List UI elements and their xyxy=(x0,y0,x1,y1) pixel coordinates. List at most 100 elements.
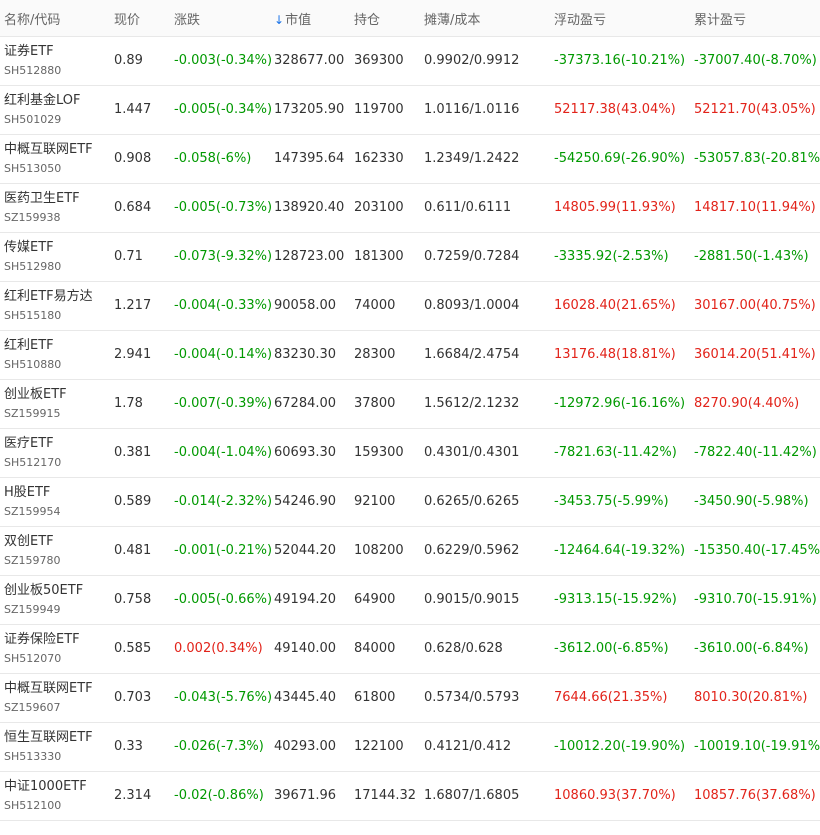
float-pl-cell: -7821.63(-11.42%) xyxy=(554,445,677,460)
table-row[interactable]: 红利基金LOF SH501029 1.447 -0.005(-0.34%) 173205… xyxy=(0,85,820,134)
fund-name[interactable]: 医疗ETF xyxy=(4,434,110,453)
fund-code: SH512980 xyxy=(4,259,62,273)
table-row[interactable]: 红利ETF SH510880 2.941 -0.004(-0.14%) 83230.30… xyxy=(0,330,820,379)
fund-name-code-cell[interactable]: 传媒ETF SH512980 xyxy=(0,232,110,281)
float-pl-cell: -3612.00(-6.85%) xyxy=(554,641,669,656)
table-row[interactable]: 证券保险ETF SH512070 0.585 0.002(0.34%) 49140.00… xyxy=(0,624,820,673)
cum-pl-cell: 10857.76(37.68%) xyxy=(694,788,816,803)
float-pl-cell: -3335.92(-2.53%) xyxy=(554,249,669,264)
cost-cell: 0.4121/0.412 xyxy=(424,739,512,754)
fund-name[interactable]: 红利ETF易方达 xyxy=(4,287,110,306)
market-value-cell: 40293.00 xyxy=(274,739,337,754)
market-value-cell: 49194.20 xyxy=(274,592,337,607)
change-cell: -0.005(-0.73%) xyxy=(174,200,273,215)
fund-name-code-cell[interactable]: 证券保险ETF SH512070 xyxy=(0,624,110,673)
price-cell: 0.33 xyxy=(114,739,143,754)
fund-name[interactable]: 红利基金LOF xyxy=(4,91,110,110)
header-price[interactable]: 现价 xyxy=(110,1,170,37)
market-value-cell: 60693.30 xyxy=(274,445,337,460)
fund-name-code-cell[interactable]: 医疗ETF SH512170 xyxy=(0,428,110,477)
fund-name[interactable]: H股ETF xyxy=(4,483,110,502)
fund-name[interactable]: 创业板ETF xyxy=(4,385,110,404)
header-market-value[interactable]: ↓市值 xyxy=(270,1,350,37)
change-cell: -0.02(-0.86%) xyxy=(174,788,264,803)
fund-name[interactable]: 中概互联网ETF xyxy=(4,679,110,698)
position-cell: 92100 xyxy=(354,494,396,509)
cost-cell: 0.611/0.6111 xyxy=(424,200,512,215)
table-row[interactable]: 创业板ETF SZ159915 1.78 -0.007(-0.39%) 67284.00… xyxy=(0,379,820,428)
float-pl-cell: -12972.96(-16.16%) xyxy=(554,396,686,411)
fund-name[interactable]: 恒生互联网ETF xyxy=(4,728,110,747)
fund-name[interactable]: 双创ETF xyxy=(4,532,110,551)
sort-desc-arrow-icon: ↓ xyxy=(274,12,285,27)
header-float-pl[interactable]: 浮动盈亏 xyxy=(550,1,690,37)
fund-name[interactable]: 医药卫生ETF xyxy=(4,189,110,208)
table-row[interactable]: 中证1000ETF SH512100 2.314 -0.02(-0.86%) 39671… xyxy=(0,771,820,820)
fund-code: SH513330 xyxy=(4,749,62,763)
fund-code: SH510880 xyxy=(4,357,62,371)
header-cum-pl[interactable]: 累计盈亏 xyxy=(690,1,820,37)
header-change[interactable]: 涨跌 xyxy=(170,1,270,37)
change-cell: 0.002(0.34%) xyxy=(174,641,263,656)
fund-name[interactable]: 证券ETF xyxy=(4,42,110,61)
table-row[interactable]: 医药卫生ETF SZ159938 0.684 -0.005(-0.73%) 138920… xyxy=(0,183,820,232)
position-cell: 119700 xyxy=(354,102,404,117)
table-row[interactable]: 传媒ETF SH512980 0.71 -0.073(-9.32%) 128723.00… xyxy=(0,232,820,281)
fund-name-code-cell[interactable]: 中概互联网ETF SZ159607 xyxy=(0,673,110,722)
fund-name-code-cell[interactable]: 医药卫生ETF SZ159938 xyxy=(0,183,110,232)
position-cell: 122100 xyxy=(354,739,404,754)
table-row[interactable]: 创业板50ETF SZ159949 0.758 -0.005(-0.66%) 49194… xyxy=(0,575,820,624)
cum-pl-cell: 36014.20(51.41%) xyxy=(694,347,816,362)
price-cell: 1.78 xyxy=(114,396,143,411)
fund-name-code-cell[interactable]: 恒生互联网ETF SH513330 xyxy=(0,722,110,771)
header-position[interactable]: 持仓 xyxy=(350,1,420,37)
table-row[interactable]: 红利ETF易方达 SH515180 1.217 -0.004(-0.33%) 90058… xyxy=(0,281,820,330)
fund-name[interactable]: 证券保险ETF xyxy=(4,630,110,649)
change-cell: -0.026(-7.3%) xyxy=(174,739,264,754)
change-cell: -0.004(-0.33%) xyxy=(174,298,273,313)
cost-cell: 1.2349/1.2422 xyxy=(424,151,520,166)
table-row[interactable]: 中概互联网ETF SZ159607 0.703 -0.043(-5.76%) 43445… xyxy=(0,673,820,722)
fund-name-code-cell[interactable]: 创业板50ETF SZ159949 xyxy=(0,575,110,624)
cum-pl-cell: -3610.00(-6.84%) xyxy=(694,641,809,656)
cost-cell: 0.5734/0.5793 xyxy=(424,690,520,705)
position-cell: 28300 xyxy=(354,347,396,362)
change-cell: -0.005(-0.66%) xyxy=(174,592,273,607)
cum-pl-cell: -3450.90(-5.98%) xyxy=(694,494,809,509)
fund-name-code-cell[interactable]: H股ETF SZ159954 xyxy=(0,477,110,526)
float-pl-cell: 16028.40(21.65%) xyxy=(554,298,676,313)
table-row[interactable]: 中概互联网ETF SH513050 0.908 -0.058(-6%) 147395.6… xyxy=(0,134,820,183)
change-cell: -0.073(-9.32%) xyxy=(174,249,273,264)
table-row[interactable]: 双创ETF SZ159780 0.481 -0.001(-0.21%) 52044.20… xyxy=(0,526,820,575)
fund-name-code-cell[interactable]: 红利ETF易方达 SH515180 xyxy=(0,281,110,330)
change-cell: -0.001(-0.21%) xyxy=(174,543,273,558)
fund-name-code-cell[interactable]: 中概互联网ETF SH513050 xyxy=(0,134,110,183)
position-cell: 17144.32 xyxy=(354,788,417,803)
table-row[interactable]: 证券ETF SH512880 0.89 -0.003(-0.34%) 328677.00… xyxy=(0,36,820,85)
position-cell: 369300 xyxy=(354,53,404,68)
float-pl-cell: 14805.99(11.93%) xyxy=(554,200,676,215)
fund-name-code-cell[interactable]: 创业板ETF SZ159915 xyxy=(0,379,110,428)
table-row[interactable]: 恒生互联网ETF SH513330 0.33 -0.026(-7.3%) 40293.0… xyxy=(0,722,820,771)
fund-name-code-cell[interactable]: 红利基金LOF SH501029 xyxy=(0,85,110,134)
table-row[interactable]: 医疗ETF SH512170 0.381 -0.004(-1.04%) 60693.30… xyxy=(0,428,820,477)
fund-name[interactable]: 创业板50ETF xyxy=(4,581,110,600)
fund-name[interactable]: 中概互联网ETF xyxy=(4,140,110,159)
fund-name[interactable]: 传媒ETF xyxy=(4,238,110,257)
position-cell: 108200 xyxy=(354,543,404,558)
fund-name-code-cell[interactable]: 中证1000ETF SH512100 xyxy=(0,771,110,820)
fund-name-code-cell[interactable]: 红利ETF SH510880 xyxy=(0,330,110,379)
fund-name-code-cell[interactable]: 双创ETF SZ159780 xyxy=(0,526,110,575)
header-name-code[interactable]: 名称/代码 xyxy=(0,1,110,37)
cum-pl-cell: -2881.50(-1.43%) xyxy=(694,249,809,264)
price-cell: 0.481 xyxy=(114,543,152,558)
fund-name[interactable]: 中证1000ETF xyxy=(4,777,110,796)
cost-cell: 1.6684/2.4754 xyxy=(424,347,520,362)
fund-code: SZ159954 xyxy=(4,504,61,518)
price-cell: 0.381 xyxy=(114,445,152,460)
table-row[interactable]: H股ETF SZ159954 0.589 -0.014(-2.32%) 54246.90… xyxy=(0,477,820,526)
cost-cell: 1.0116/1.0116 xyxy=(424,102,520,117)
fund-name-code-cell[interactable]: 证券ETF SH512880 xyxy=(0,36,110,85)
header-cost[interactable]: 摊薄/成本 xyxy=(420,1,550,37)
fund-name[interactable]: 红利ETF xyxy=(4,336,110,355)
